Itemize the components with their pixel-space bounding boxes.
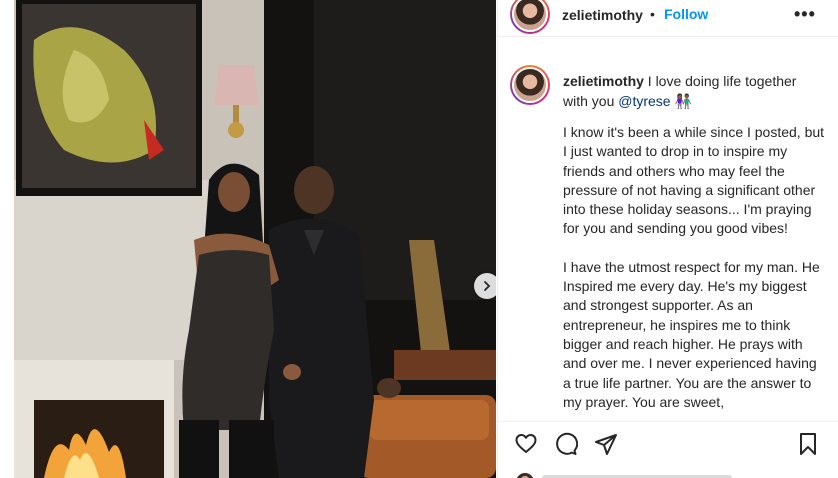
comment-icon	[556, 432, 579, 455]
more-options-button[interactable]: •••	[794, 4, 816, 25]
post-header: zelietimothy • Follow •••	[498, 0, 838, 37]
chevron-right-icon	[484, 281, 491, 291]
comment-button[interactable]	[554, 432, 579, 461]
share-icon	[595, 434, 617, 455]
post-photo-image	[14, 0, 496, 478]
share-button[interactable]	[594, 432, 618, 461]
caption-body: I know it's been a while since I posted,…	[563, 123, 825, 421]
post-photo[interactable]	[14, 0, 496, 478]
author-avatar[interactable]	[510, 0, 550, 34]
caption-scroll[interactable]: zelietimothy I love doing life together …	[498, 37, 838, 421]
caption-emoji: 👫🏾	[674, 93, 692, 109]
caption-username[interactable]: zelietimothy	[563, 73, 644, 89]
caption-paragraph: I have the utmost respect for my man. He…	[563, 258, 820, 410]
caption-avatar[interactable]	[510, 65, 550, 105]
likes-row	[498, 465, 838, 478]
action-bar	[498, 421, 838, 466]
caption-header: zelietimothy I love doing life together …	[563, 71, 825, 111]
header-separator: •	[650, 6, 655, 22]
bookmark-icon	[800, 433, 816, 455]
next-photo-button[interactable]	[474, 273, 496, 299]
liker-avatar[interactable]	[516, 473, 534, 478]
like-button[interactable]	[514, 432, 538, 461]
avatar-image	[512, 67, 548, 103]
author-username[interactable]: zelietimothy	[562, 7, 643, 23]
save-button[interactable]	[796, 432, 820, 461]
caption-paragraph: I know it's been a while since I posted,…	[563, 124, 825, 237]
follow-button[interactable]: Follow	[664, 6, 708, 22]
mention-link[interactable]: @tyrese	[618, 93, 670, 109]
post-sidebar: zelietimothy • Follow ••• zelietimothy I…	[497, 0, 838, 478]
avatar-image	[512, 0, 548, 32]
heart-icon	[515, 434, 537, 453]
